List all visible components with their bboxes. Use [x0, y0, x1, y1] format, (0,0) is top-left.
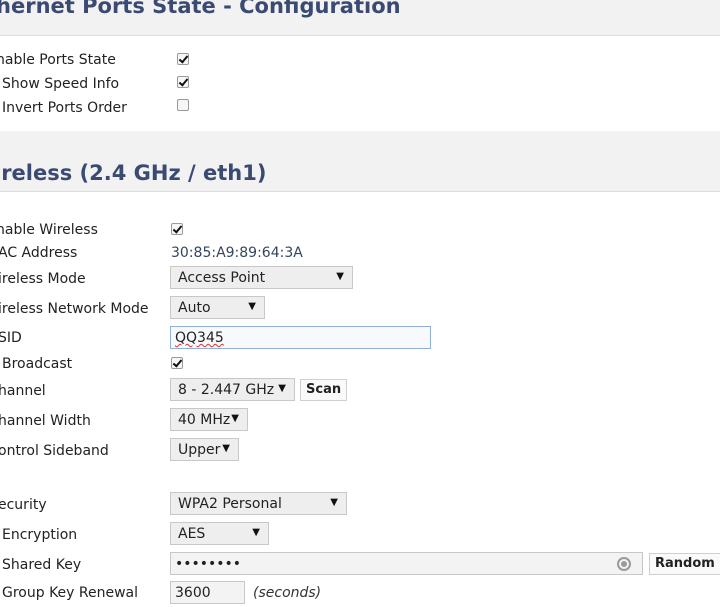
wireless-divider [0, 191, 720, 192]
encryption-value: AES [178, 526, 206, 542]
security-label: ecurity [0, 497, 47, 513]
wireless-mode-select[interactable]: Access Point ▼ [170, 266, 353, 289]
ethernet-divider [0, 35, 720, 36]
ssid-label: SID [0, 330, 22, 346]
mac-address-value: 30:85:A9:89:64:3A [171, 245, 303, 261]
triangle-down-icon: ▼ [252, 527, 260, 538]
security-value: WPA2 Personal [178, 496, 282, 512]
ethernet-section-title: thernet Ports State - Configuration [0, 0, 401, 18]
show-speed-info-checkbox[interactable] [177, 76, 189, 88]
wireless-network-mode-value: Auto [178, 300, 211, 316]
encryption-label: Encryption [2, 527, 78, 543]
control-sideband-label: ontrol Sideband [0, 443, 109, 459]
enable-wireless-checkbox[interactable] [171, 223, 183, 235]
invert-ports-order-checkbox[interactable] [177, 99, 189, 111]
enable-wireless-label: nable Wireless [0, 222, 98, 238]
broadcast-label: Broadcast [2, 356, 73, 372]
group-key-renewal-unit: (seconds) [253, 585, 322, 601]
group-key-renewal-input[interactable]: 3600 [170, 581, 245, 604]
triangle-down-icon: ▼ [222, 443, 230, 454]
shared-key-input[interactable]: •••••••• [170, 552, 643, 575]
show-speed-info-label: Show Speed Info [2, 76, 120, 92]
encryption-select[interactable]: AES ▼ [170, 522, 269, 545]
shared-key-value: •••••••• [175, 556, 242, 572]
wireless-section-title: ireless (2.4 GHz / eth1) [0, 161, 267, 185]
group-key-renewal-value: 3600 [175, 585, 211, 601]
ssid-input-value: QQ345 [175, 330, 224, 346]
eye-icon[interactable] [617, 557, 631, 571]
triangle-down-icon: ▼ [231, 413, 239, 424]
triangle-down-icon: ▼ [336, 271, 344, 282]
channel-width-select[interactable]: 40 MHz ▼ [170, 408, 248, 431]
wireless-network-mode-select[interactable]: Auto ▼ [170, 296, 265, 319]
channel-label: hannel [0, 383, 46, 399]
triangle-down-icon: ▼ [248, 301, 256, 312]
wireless-mode-value: Access Point [178, 270, 266, 286]
wireless-network-mode-label: ireless Network Mode [0, 301, 149, 317]
shared-key-label: Shared Key [2, 557, 82, 573]
control-sideband-value: Upper [178, 442, 221, 458]
scan-button[interactable]: Scan [300, 379, 348, 401]
triangle-down-icon: ▼ [330, 497, 338, 508]
invert-ports-order-label: Invert Ports Order [2, 100, 127, 116]
wireless-mode-label: ireless Mode [0, 271, 86, 287]
group-key-renewal-label: Group Key Renewal [2, 585, 139, 601]
channel-value: 8 - 2.447 GHz [178, 382, 275, 398]
mac-address-label: AC Address [0, 245, 78, 261]
triangle-down-icon: ▼ [278, 383, 286, 394]
channel-select[interactable]: 8 - 2.447 GHz ▼ [170, 378, 295, 401]
control-sideband-select[interactable]: Upper ▼ [170, 438, 239, 461]
channel-width-label: hannel Width [0, 413, 91, 429]
enable-ports-state-checkbox[interactable] [177, 53, 189, 65]
ssid-input[interactable]: QQ345 [170, 326, 431, 349]
security-select[interactable]: WPA2 Personal ▼ [170, 492, 347, 515]
channel-width-value: 40 MHz [178, 412, 231, 428]
enable-ports-state-label: nable Ports State [0, 52, 116, 68]
broadcast-checkbox[interactable] [171, 357, 183, 369]
random-button[interactable]: Random [649, 553, 720, 575]
